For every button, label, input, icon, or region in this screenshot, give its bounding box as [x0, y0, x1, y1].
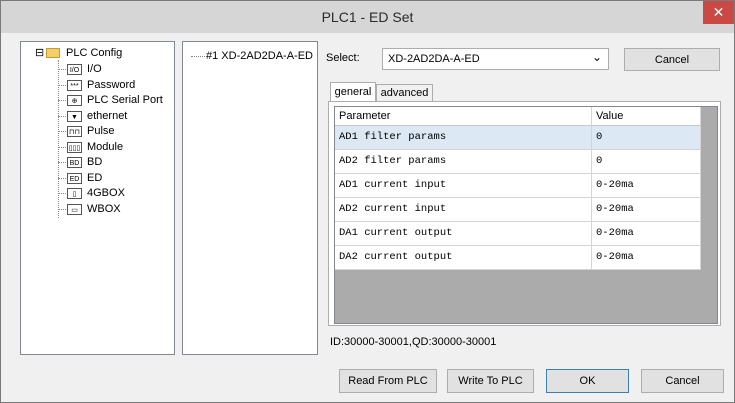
parameter-grid: Parameter Value AD1 filter params 0 AD2 fi… [334, 106, 718, 324]
tree-item-label: ED [87, 171, 103, 184]
config-tree: ⊟ PLC Config I/O I/O *** Password ⊕ PLC Seria… [20, 41, 175, 355]
cancel-button[interactable]: Cancel [641, 369, 724, 393]
tree-connector [191, 56, 205, 57]
tree-root-label: PLC Config [66, 47, 123, 59]
4gbox-icon: ▯ [67, 188, 82, 199]
close-icon: ✕ [712, 4, 725, 20]
tab-advanced[interactable]: advanced [376, 84, 433, 102]
tree-connector [58, 146, 66, 148]
tree-item-label: Module [87, 140, 124, 153]
wbox-icon: ▭ [67, 203, 82, 215]
column-header-parameter[interactable]: Parameter [335, 107, 592, 126]
tab-general[interactable]: general [330, 82, 376, 102]
tree-item-4gbox[interactable]: ▯ 4GBOX [58, 186, 173, 200]
module-select[interactable]: XD-2AD2DA-A-ED ⌄ [382, 48, 609, 70]
tab-page-general: Parameter Value AD1 filter params 0 AD2 fi… [328, 101, 721, 326]
tree-item-bd[interactable]: BD BD [58, 155, 173, 169]
tree-item-label: Password [87, 78, 136, 91]
io-icon: I/O [67, 64, 82, 75]
tree-item-pulse[interactable]: ⊓⊓ Pulse [58, 124, 173, 138]
tree-connector [58, 162, 66, 163]
tree-root-plc-config[interactable]: ⊟ PLC Config [35, 46, 170, 60]
module-list: #1 XD-2AD2DA-A-ED [182, 41, 318, 355]
parameter-cell[interactable]: AD1 current input [335, 174, 592, 198]
column-header-value[interactable]: Value [592, 107, 701, 126]
tree-item-label: WBOX [87, 202, 121, 215]
tree-item-module[interactable]: ▯▯▯ Module [58, 140, 173, 154]
table-row[interactable]: AD1 filter params 0 [335, 126, 701, 150]
password-icon: *** [67, 79, 82, 91]
value-cell[interactable]: 0-20ma [592, 174, 701, 198]
tree-item-label: ethernet [87, 109, 128, 122]
tree-connector [58, 208, 66, 210]
module-list-item[interactable]: #1 XD-2AD2DA-A-ED [206, 49, 313, 63]
select-label: Select: [326, 52, 360, 64]
tree-connector [58, 177, 66, 179]
title-bar[interactable]: PLC1 - ED Set ✕ [1, 1, 734, 33]
table-row[interactable]: AD2 current input 0-20ma [335, 198, 701, 222]
write-to-plc-button[interactable]: Write To PLC [447, 369, 534, 393]
value-cell[interactable]: 0-20ma [592, 198, 701, 222]
tree-item-label: BD [87, 156, 103, 168]
serial-port-icon: ⊕ [67, 95, 82, 106]
value-cell[interactable]: 0 [592, 126, 701, 150]
tree-item-label: 4GBOX [87, 187, 125, 199]
tree-item-ed[interactable]: ED ED [58, 171, 173, 185]
table-row[interactable]: AD1 current input 0-20ma [335, 174, 701, 198]
window-title: PLC1 - ED Set [321, 9, 414, 25]
address-range-text: ID:30000-30001,QD:30000-30001 [330, 336, 497, 348]
tree-connector [58, 131, 66, 132]
tree-item-wbox[interactable]: ▭ WBOX [58, 202, 173, 216]
collapse-icon[interactable]: ⊟ [35, 46, 44, 60]
tree-connector [58, 100, 66, 101]
select-cancel-button[interactable]: Cancel [624, 48, 720, 71]
tree-connector [58, 69, 66, 70]
tree-item-password[interactable]: *** Password [58, 78, 173, 92]
value-cell[interactable]: 0-20ma [592, 222, 701, 246]
module-select-value: XD-2AD2DA-A-ED [388, 53, 480, 65]
parameter-cell[interactable]: AD2 filter params [335, 150, 592, 174]
tree-connector [58, 84, 66, 86]
ok-button[interactable]: OK [546, 369, 629, 393]
parameter-cell[interactable]: DA2 current output [335, 246, 592, 270]
value-cell[interactable]: 0 [592, 150, 701, 174]
table-row[interactable]: DA2 current output 0-20ma [335, 246, 701, 270]
ethernet-icon: ▼ [67, 110, 82, 122]
close-button[interactable]: ✕ [703, 1, 734, 24]
ed-icon: ED [67, 172, 82, 184]
tree-item-ethernet[interactable]: ▼ ethernet [58, 109, 173, 123]
pulse-icon: ⊓⊓ [67, 126, 82, 137]
tree-item-i-o[interactable]: I/O I/O [58, 62, 173, 76]
tree-item-label: PLC Serial Port [87, 94, 163, 106]
module-icon: ▯▯▯ [67, 141, 82, 153]
chevron-down-icon: ⌄ [591, 50, 602, 64]
parameter-cell[interactable]: AD1 filter params [335, 126, 592, 150]
tree-item-plc-serial-port[interactable]: ⊕ PLC Serial Port [58, 93, 173, 107]
read-from-plc-button[interactable]: Read From PLC [339, 369, 437, 393]
dialog-window: PLC1 - ED Set ✕ ⊟ PLC Config I/O I/O *** Pa… [0, 0, 735, 403]
table-row[interactable]: AD2 filter params 0 [335, 150, 701, 174]
folder-icon [46, 48, 60, 58]
parameter-cell[interactable]: DA1 current output [335, 222, 592, 246]
parameter-cell[interactable]: AD2 current input [335, 198, 592, 222]
table-row[interactable]: DA1 current output 0-20ma [335, 222, 701, 246]
value-cell[interactable]: 0-20ma [592, 246, 701, 270]
tree-item-label: I/O [87, 63, 102, 75]
tree-connector [58, 115, 66, 117]
tree-item-label: Pulse [87, 125, 115, 137]
tree-connector [58, 193, 66, 194]
bd-icon: BD [67, 157, 82, 168]
